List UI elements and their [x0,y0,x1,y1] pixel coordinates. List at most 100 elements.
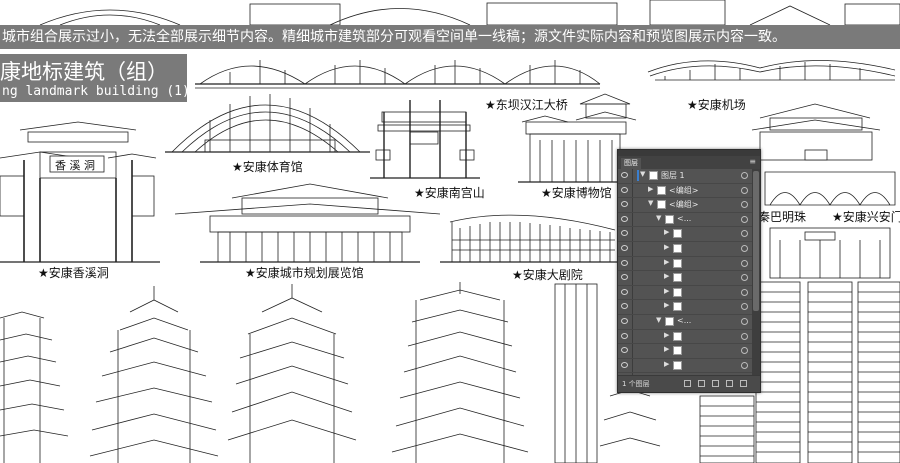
layer-thumbnail [673,346,682,356]
expand-down-icon[interactable]: ▼ [656,316,661,324]
expand-right-icon[interactable]: ▶ [664,228,669,236]
layer-row[interactable]: ▶ [618,285,752,301]
panel-menu-icon[interactable]: ≡ [749,157,756,166]
layer-row[interactable]: ▶ [618,300,752,315]
locate-object-icon[interactable] [684,380,691,387]
target-circle-icon[interactable] [741,288,748,296]
expand-down-icon[interactable]: ▼ [640,170,645,178]
new-sublayer-icon[interactable] [712,380,719,387]
target-circle-icon[interactable] [741,317,748,325]
layer-row[interactable]: ▶ [618,358,752,374]
target-circle-icon[interactable] [741,259,748,267]
target-circle-icon[interactable] [741,332,748,340]
label-nangong: ★安康南宫山 [414,186,485,200]
layer-row[interactable]: ▶ [618,256,752,272]
layer-count: 1 个图层 [622,380,650,388]
expand-right-icon[interactable]: ▶ [664,258,669,266]
expand-right-icon[interactable]: ▶ [664,360,669,368]
label-airport: ★安康机场 [687,98,746,112]
target-circle-icon[interactable] [741,361,748,369]
layer-name: 图层 1 [661,171,685,180]
visibility-eye-icon[interactable] [621,288,628,295]
delete-layer-icon[interactable] [740,380,747,387]
visibility-eye-icon[interactable] [621,215,628,222]
layers-panel[interactable]: 图层 ≡ ▼图层 1▶<编组>▼<编组>▼<...▶▶▶▶▶▶▼<...▶▶▶▶… [617,149,761,393]
planning-hall-drawing [174,183,441,263]
lock-column[interactable] [632,241,633,256]
layer-row[interactable]: ▶ [618,329,752,345]
expand-down-icon[interactable]: ▼ [656,214,661,222]
lock-column[interactable] [632,329,633,344]
visibility-eye-icon[interactable] [621,186,628,193]
layer-row[interactable]: ▼ <... [618,314,752,330]
visibility-eye-icon[interactable] [621,303,628,310]
expand-right-icon[interactable]: ▶ [664,272,669,280]
lock-column[interactable] [632,271,633,285]
layer-row[interactable]: ▶ [618,271,752,286]
label-theater: ★安康大剧院 [512,268,583,282]
xiangxi-gate-drawing [0,121,160,263]
target-circle-icon[interactable] [741,201,748,209]
layer-thumbnail [665,316,674,326]
nangong-gate-drawing [370,100,480,179]
target-circle-icon[interactable] [741,172,748,179]
page-title: 康地标建筑（组） [0,60,168,84]
layer-list[interactable]: ▼图层 1▶<编组>▼<编组>▼<...▶▶▶▶▶▶▼<...▶▶▶▶ [618,169,752,375]
visibility-eye-icon[interactable] [621,347,628,354]
layer-thumbnail [673,258,682,268]
title-box: 康地标建筑（组） ng landmark building (1) [0,54,190,102]
clipping-mask-icon[interactable] [698,380,705,387]
layer-row[interactable]: ▼ <... [618,212,752,228]
layer-row[interactable]: ▶ [618,241,752,257]
lock-column[interactable] [632,358,633,373]
visibility-eye-icon[interactable] [621,230,628,237]
layer-thumbnail [673,331,682,341]
visibility-eye-icon[interactable] [621,332,628,339]
target-circle-icon[interactable] [741,347,748,355]
visibility-eye-icon[interactable] [621,361,628,368]
lock-column[interactable] [632,212,633,227]
lock-column[interactable] [632,256,633,271]
lock-column[interactable] [632,285,633,300]
label-planning: ★安康城市规划展览馆 [245,266,364,280]
expand-right-icon[interactable]: ▶ [664,331,669,339]
layer-row[interactable]: ▼ <编组> [618,198,752,213]
expand-down-icon[interactable]: ▼ [648,199,653,207]
layer-thumbnail [649,171,658,180]
visibility-eye-icon[interactable] [621,172,628,178]
visibility-eye-icon[interactable] [621,244,628,251]
lock-column[interactable] [632,183,633,198]
layer-list-scrollbar[interactable] [752,169,760,375]
new-layer-icon[interactable] [726,380,733,387]
target-circle-icon[interactable] [741,230,748,238]
visibility-eye-icon[interactable] [621,274,628,281]
lock-column[interactable] [632,300,633,314]
expand-right-icon[interactable]: ▶ [664,287,669,295]
layer-row[interactable]: ▶ <编组> [618,183,752,199]
layer-row[interactable]: ▶ [618,344,752,359]
expand-right-icon[interactable]: ▶ [648,185,653,193]
layer-row[interactable]: ▼ 图层 1 [618,169,752,184]
visibility-eye-icon[interactable] [621,201,628,208]
lock-column[interactable] [632,314,633,329]
target-circle-icon[interactable] [741,274,748,282]
label-stadium: ★安康体育馆 [232,160,303,174]
scrollbar-thumb[interactable] [753,171,759,311]
lock-column[interactable] [632,344,633,358]
top-strip-buildings [39,0,900,26]
visibility-eye-icon[interactable] [621,317,628,324]
layer-row[interactable]: ▶ [618,227,752,242]
target-circle-icon[interactable] [741,303,748,311]
lock-column[interactable] [632,198,633,212]
visibility-eye-icon[interactable] [621,259,628,266]
target-circle-icon[interactable] [741,244,748,252]
expand-right-icon[interactable]: ▶ [664,243,669,251]
target-circle-icon[interactable] [741,215,748,223]
tab-layers[interactable]: 图层 [621,158,641,169]
artboard-canvas[interactable]: 香 溪 洞 城市组合展示过小，无法全部展示细节内容。精细城市建筑部分可观看空间单… [0,0,900,463]
expand-right-icon[interactable]: ▶ [664,345,669,353]
lock-column[interactable] [632,169,633,183]
lock-column[interactable] [632,227,633,241]
expand-right-icon[interactable]: ▶ [664,301,669,309]
target-circle-icon[interactable] [741,186,748,194]
